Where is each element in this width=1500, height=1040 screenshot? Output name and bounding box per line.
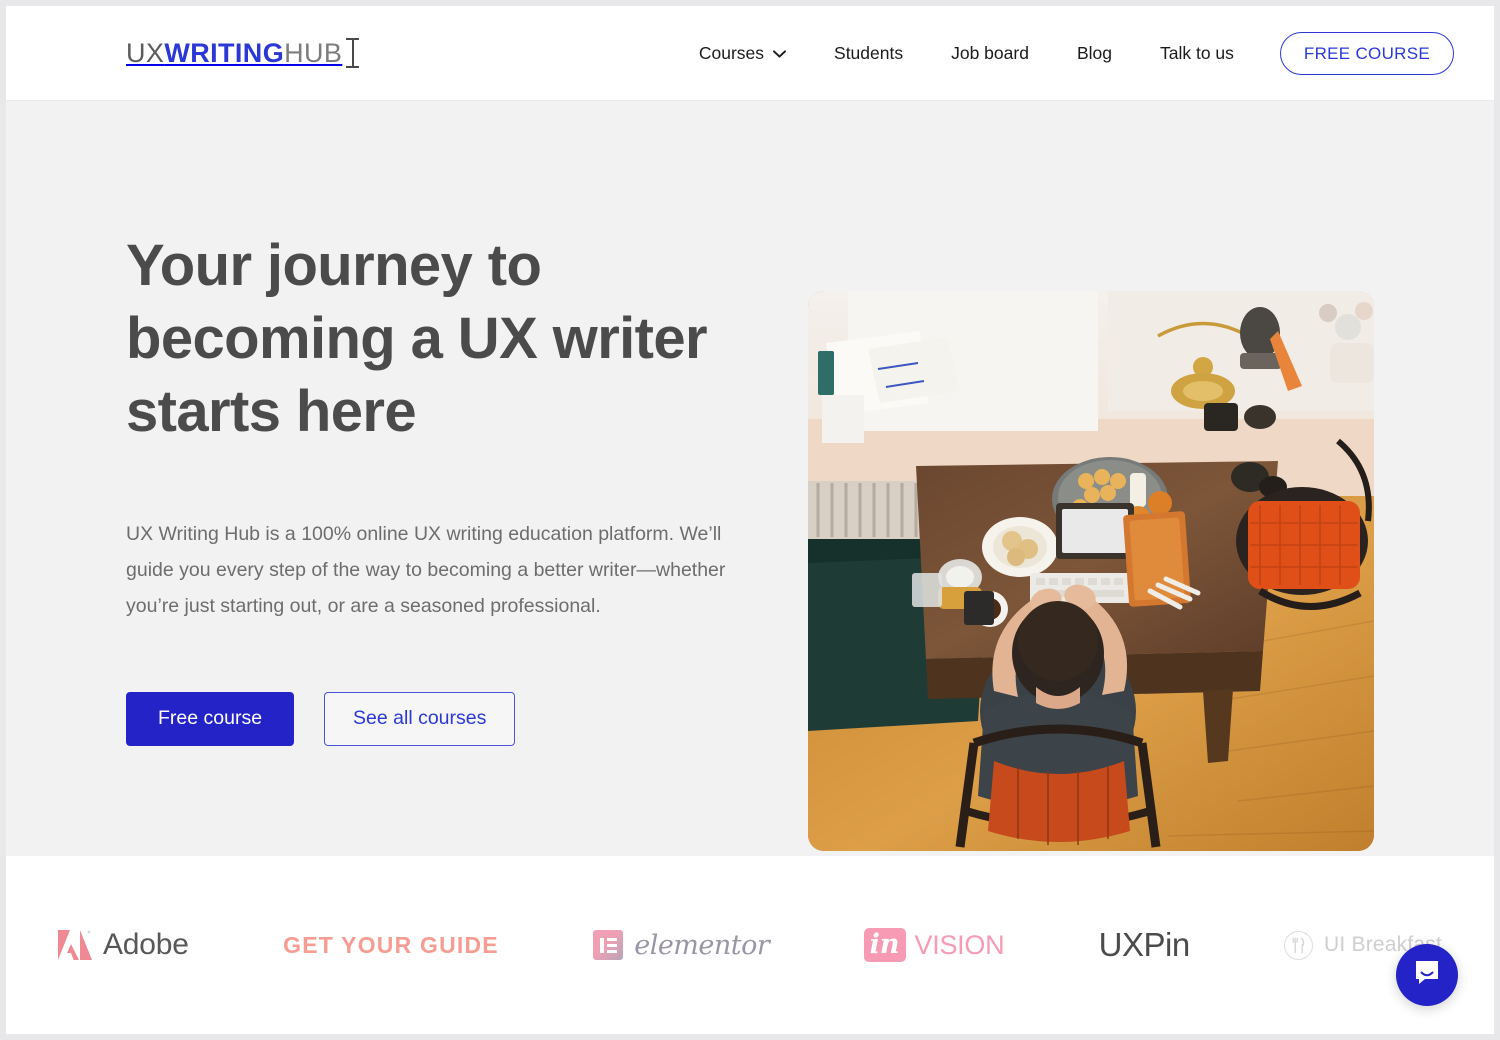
logo-getyourguide: GET YOUR GUIDE xyxy=(283,922,499,968)
nav-item-talk-to-us[interactable]: Talk to us xyxy=(1136,43,1258,64)
invision-logo-text: VISION xyxy=(914,929,1005,960)
hero-photo xyxy=(808,291,1374,851)
hero-image-column xyxy=(808,101,1374,851)
nav-item-courses[interactable]: Courses xyxy=(675,43,810,64)
chevron-down-icon xyxy=(773,50,786,58)
logo-elementor: elementor xyxy=(593,922,770,968)
logo-invision: in VISION xyxy=(863,922,1005,968)
logo-text-writing: WRITING xyxy=(164,37,285,68)
see-all-courses-button[interactable]: See all courses xyxy=(324,692,516,746)
logo-uxpin: UXPin xyxy=(1098,922,1191,968)
site-logo[interactable]: UX WRITING HUB xyxy=(126,37,360,68)
logo-text-hub: HUB xyxy=(284,37,343,68)
elementor-logo-icon xyxy=(593,930,624,960)
chat-bubble-icon xyxy=(1412,958,1442,993)
nav-label-students: Students xyxy=(834,42,904,63)
free-course-button[interactable]: FREE COURSE xyxy=(1279,31,1454,75)
hero-description: UX Writing Hub is a 100% online UX writi… xyxy=(126,523,726,618)
page-title: Your journey to becoming a UX writer sta… xyxy=(126,233,708,445)
hero-text-column: Your journey to becoming a UX writer sta… xyxy=(126,101,766,746)
adobe-logo-text: Adobe xyxy=(103,928,189,961)
site-header: UX WRITING HUB Courses Students Job board … xyxy=(6,6,1494,101)
nav-item-blog[interactable]: Blog xyxy=(1053,43,1136,64)
partner-logos-band: Adobe GET YOUR GUIDE elementor in VISION… xyxy=(6,856,1494,1034)
getyourguide-logo-text: GET YOUR GUIDE xyxy=(283,931,499,958)
nav-item-students[interactable]: Students xyxy=(810,43,927,64)
nav-label-talk-to-us: Talk to us xyxy=(1159,42,1234,63)
ui-breakfast-logo-icon xyxy=(1284,930,1314,960)
nav-label-courses: Courses xyxy=(698,42,765,63)
browser-window: UX WRITING HUB Courses Students Job board … xyxy=(6,6,1494,1034)
adobe-logo-icon xyxy=(58,930,92,960)
logo-adobe: Adobe xyxy=(58,922,189,968)
elementor-logo-text: elementor xyxy=(634,929,770,961)
text-cursor-icon xyxy=(346,38,360,68)
main-navigation: Courses Students Job board Blog Talk to … xyxy=(675,31,1454,75)
hero-actions: Free course See all courses xyxy=(126,692,766,746)
free-course-cta-button[interactable]: Free course xyxy=(126,692,295,746)
invision-logo-icon: in xyxy=(863,928,906,962)
nav-item-job-board[interactable]: Job board xyxy=(927,43,1053,64)
logo-text-ux: UX xyxy=(126,37,165,68)
nav-label-job-board: Job board xyxy=(951,42,1029,63)
uxpin-logo-text: UXPin xyxy=(1098,926,1191,963)
hero-section: Your journey to becoming a UX writer sta… xyxy=(6,101,1494,856)
nav-label-blog: Blog xyxy=(1076,42,1112,63)
chat-launcher-button[interactable] xyxy=(1396,944,1458,1006)
